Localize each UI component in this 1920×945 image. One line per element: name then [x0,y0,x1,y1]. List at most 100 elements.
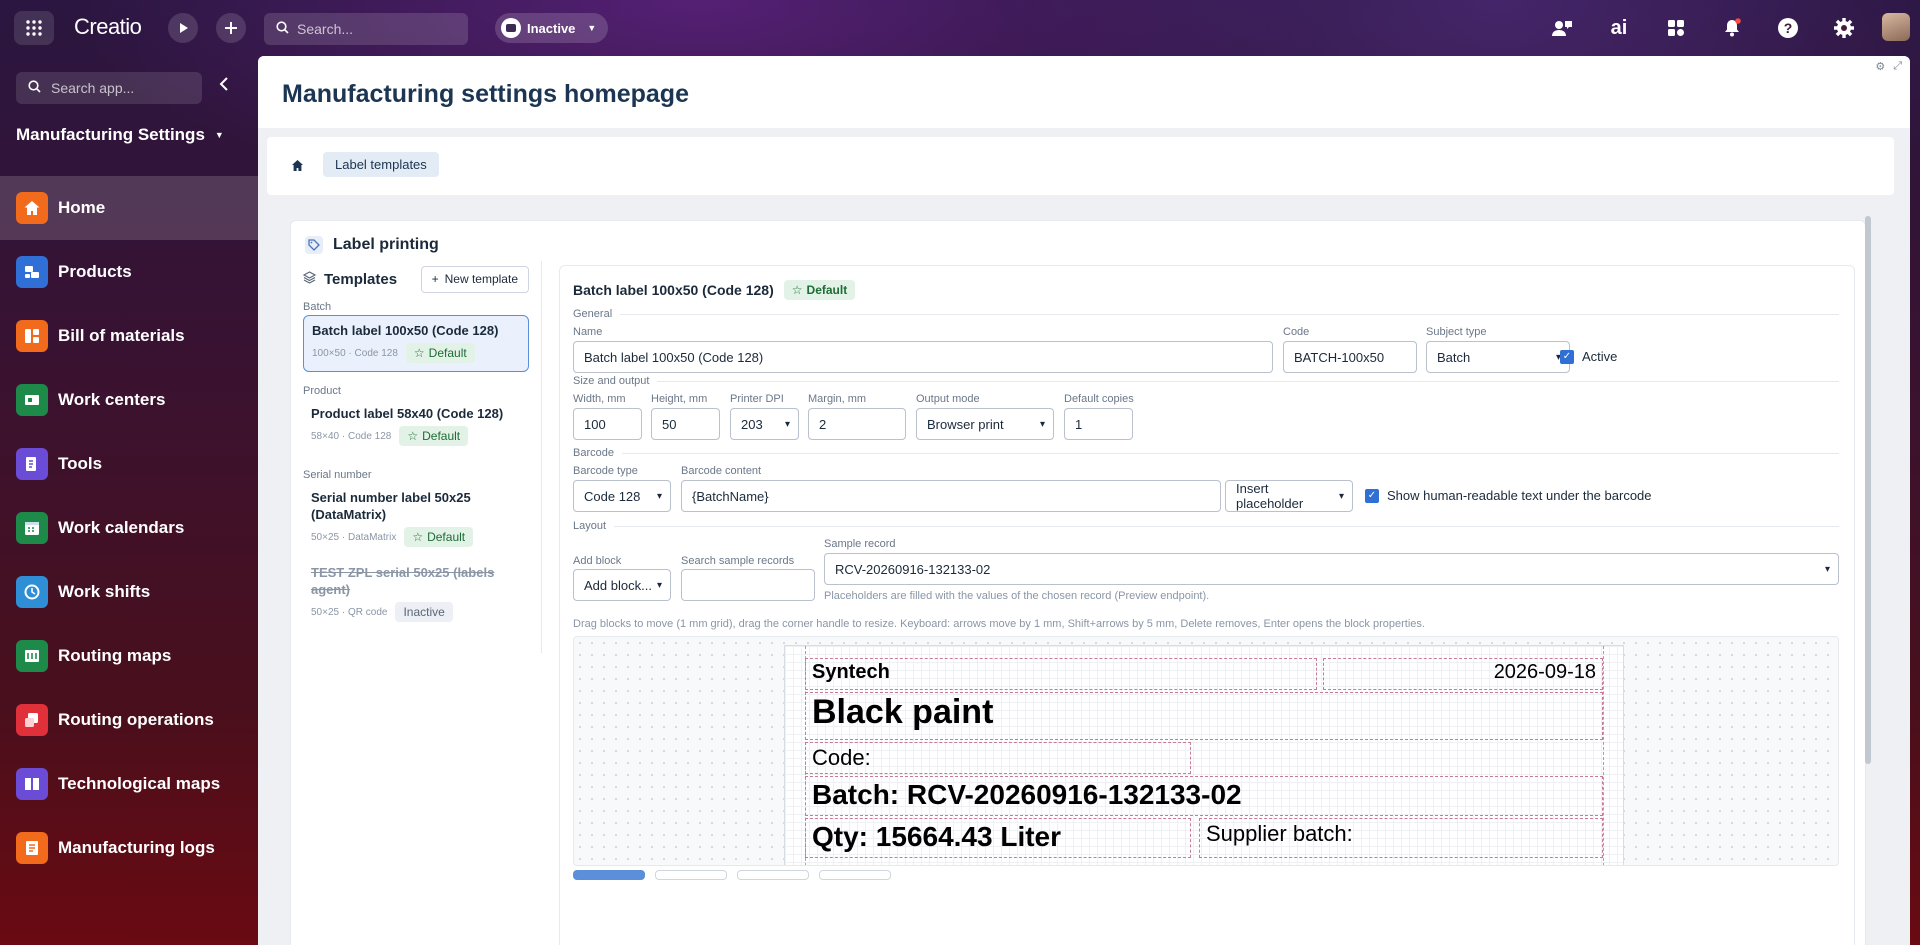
default-badge: ☆ Default [405,343,475,363]
ai-icon[interactable]: ai [1605,14,1633,42]
user-avatar[interactable] [1882,13,1910,41]
editor-action-buttons [573,870,891,880]
human-readable-checkbox[interactable]: ✓ Show human-readable text under the barc… [1365,488,1652,503]
template-item-product-label[interactable]: Product label 58x40 (Code 128) 58×40 · C… [303,399,529,452]
label-block-company[interactable]: Syntech [805,658,1317,690]
template-item-test-zpl-serial[interactable]: TEST ZPL serial 50x25 (labels agent) 50×… [303,558,529,628]
label-design-canvas[interactable]: Syntech 2026-09-18 Black paint Code: Bat… [573,636,1839,866]
expand-icon[interactable]: ⤢ [1893,60,1902,73]
label-block-date[interactable]: 2026-09-18 [1323,658,1603,690]
label-block-product-name[interactable]: Black paint [805,692,1603,740]
output-mode-label: Output mode [916,393,980,405]
action-button-2[interactable] [655,870,727,880]
chevron-down-icon: ▾ [1824,563,1830,575]
margin-input[interactable]: 2 [808,408,906,440]
breadcrumb-item-label-templates[interactable]: Label templates [323,152,439,177]
default-copies-input[interactable]: 1 [1064,408,1133,440]
app-title: Manufacturing Settings [16,125,205,144]
search-sample-label: Search sample records [681,555,795,567]
template-meta: 50×25 · DataMatrix [311,531,397,543]
width-label: Width, mm [573,393,626,405]
notification-bell-icon[interactable] [1718,14,1746,42]
output-mode-select[interactable]: Browser print ▾ [916,408,1054,440]
status-dropdown[interactable]: Inactive ▼ [495,13,609,43]
sidebar-item-home[interactable]: Home [0,176,258,240]
templates-title: Templates [324,270,398,288]
label-block-code[interactable]: Code: [805,742,1191,774]
plus-icon: + [431,272,439,286]
sidebar-item-bill-of-materials[interactable]: Bill of materials [0,304,258,368]
settings-gear-icon[interactable] [1830,14,1858,42]
template-meta: 100×50 · Code 128 [312,347,398,359]
action-button-4[interactable] [819,870,891,880]
creatio-logo[interactable]: Creatio [74,14,142,40]
default-badge: ☆ Default [783,280,856,300]
label-block-batch[interactable]: Batch: RCV-20260916-132133-02 [805,776,1603,816]
app-switcher[interactable]: Manufacturing Settings ▼ [16,125,224,145]
label-block-qty[interactable]: Qty: 15664.43 Liter [805,818,1191,858]
sample-record-select[interactable]: RCV-20260916-132133-02 ▾ [824,553,1839,585]
apps-icon[interactable] [1662,14,1690,42]
code-input[interactable]: BATCH-100x50 [1283,341,1417,373]
content-scrollbar[interactable] [1865,216,1871,764]
margin-label: Margin, mm [808,393,867,405]
tools-icon [16,448,48,480]
sidebar-item-work-centers[interactable]: Work centers [0,368,258,432]
chevron-down-icon: ▼ [214,130,224,140]
margin-guide-right [1603,646,1604,865]
new-template-button[interactable]: + New template [420,265,529,293]
sidebar-item-label: Work centers [58,390,166,409]
search-icon [28,80,41,96]
default-badge: ☆ Default [399,426,469,446]
sidebar-item-technological-maps[interactable]: Technological maps [0,752,258,816]
sidebar-item-manufacturing-logs[interactable]: Manufacturing logs [0,816,258,880]
routing-operations-icon [16,704,48,736]
routing-maps-icon [16,640,48,672]
insert-placeholder-select[interactable]: Insert placeholder ▾ [1225,480,1353,512]
play-icon[interactable] [168,13,198,43]
calendar-icon [16,512,48,544]
sidebar-item-routing-maps[interactable]: Routing maps [0,624,258,688]
width-input[interactable]: 100 [573,408,642,440]
barcode-content-input[interactable]: {BatchName} [681,480,1221,512]
app-grid-icon[interactable] [14,11,54,45]
label-block-supplier-batch[interactable]: Supplier batch: [1199,818,1603,858]
svg-text:?: ? [1784,20,1793,36]
template-item-serial-number-label[interactable]: Serial number label 50x25 (DataMatrix) 5… [303,483,529,553]
search-sample-input[interactable] [681,569,815,601]
help-icon[interactable]: ? [1774,14,1802,42]
active-checkbox[interactable]: ✓ Active [1560,349,1617,364]
add-block-select[interactable]: Add block... ▾ [573,569,671,601]
sidebar-item-work-calendars[interactable]: Work calendars [0,496,258,560]
group-label-serial-number: Serial number [303,469,372,481]
sidebar-item-work-shifts[interactable]: Work shifts [0,560,258,624]
manufacturing-logs-icon [16,832,48,864]
barcode-type-select[interactable]: Code 128 ▾ [573,480,671,512]
action-button-1[interactable] [573,870,645,880]
template-name: Batch label 100x50 (Code 128) [312,323,499,338]
template-meta: 50×25 · QR code [311,606,388,618]
communication-icon[interactable] [1548,14,1576,42]
height-input[interactable]: 50 [651,408,720,440]
plus-icon[interactable] [216,13,246,43]
template-item-batch-label[interactable]: Batch label 100x50 (Code 128) 100×50 · C… [303,315,529,372]
collapse-sidebar-icon[interactable] [218,76,230,97]
subject-type-select[interactable]: Batch ▾ [1426,341,1570,373]
subject-type-label: Subject type [1426,326,1487,338]
add-block-label: Add block [573,555,622,567]
chevron-down-icon: ▾ [656,490,662,502]
products-icon [16,256,48,288]
printer-dpi-select[interactable]: 203 ▾ [730,408,799,440]
action-button-3[interactable] [737,870,809,880]
sidebar-item-routing-operations[interactable]: Routing operations [0,688,258,752]
app-search-input[interactable]: Search app... [16,72,202,104]
global-search-input[interactable]: Search... [264,13,468,45]
sidebar-item-tools[interactable]: Tools [0,432,258,496]
name-input[interactable]: Batch label 100x50 (Code 128) [573,341,1273,373]
label-printing-title: Label printing [333,236,439,253]
group-label-product: Product [303,385,341,397]
bill-of-materials-icon [16,320,48,352]
gear-icon[interactable]: ⚙ [1875,60,1885,73]
home-icon[interactable] [291,159,304,177]
sidebar-item-products[interactable]: Products [0,240,258,304]
